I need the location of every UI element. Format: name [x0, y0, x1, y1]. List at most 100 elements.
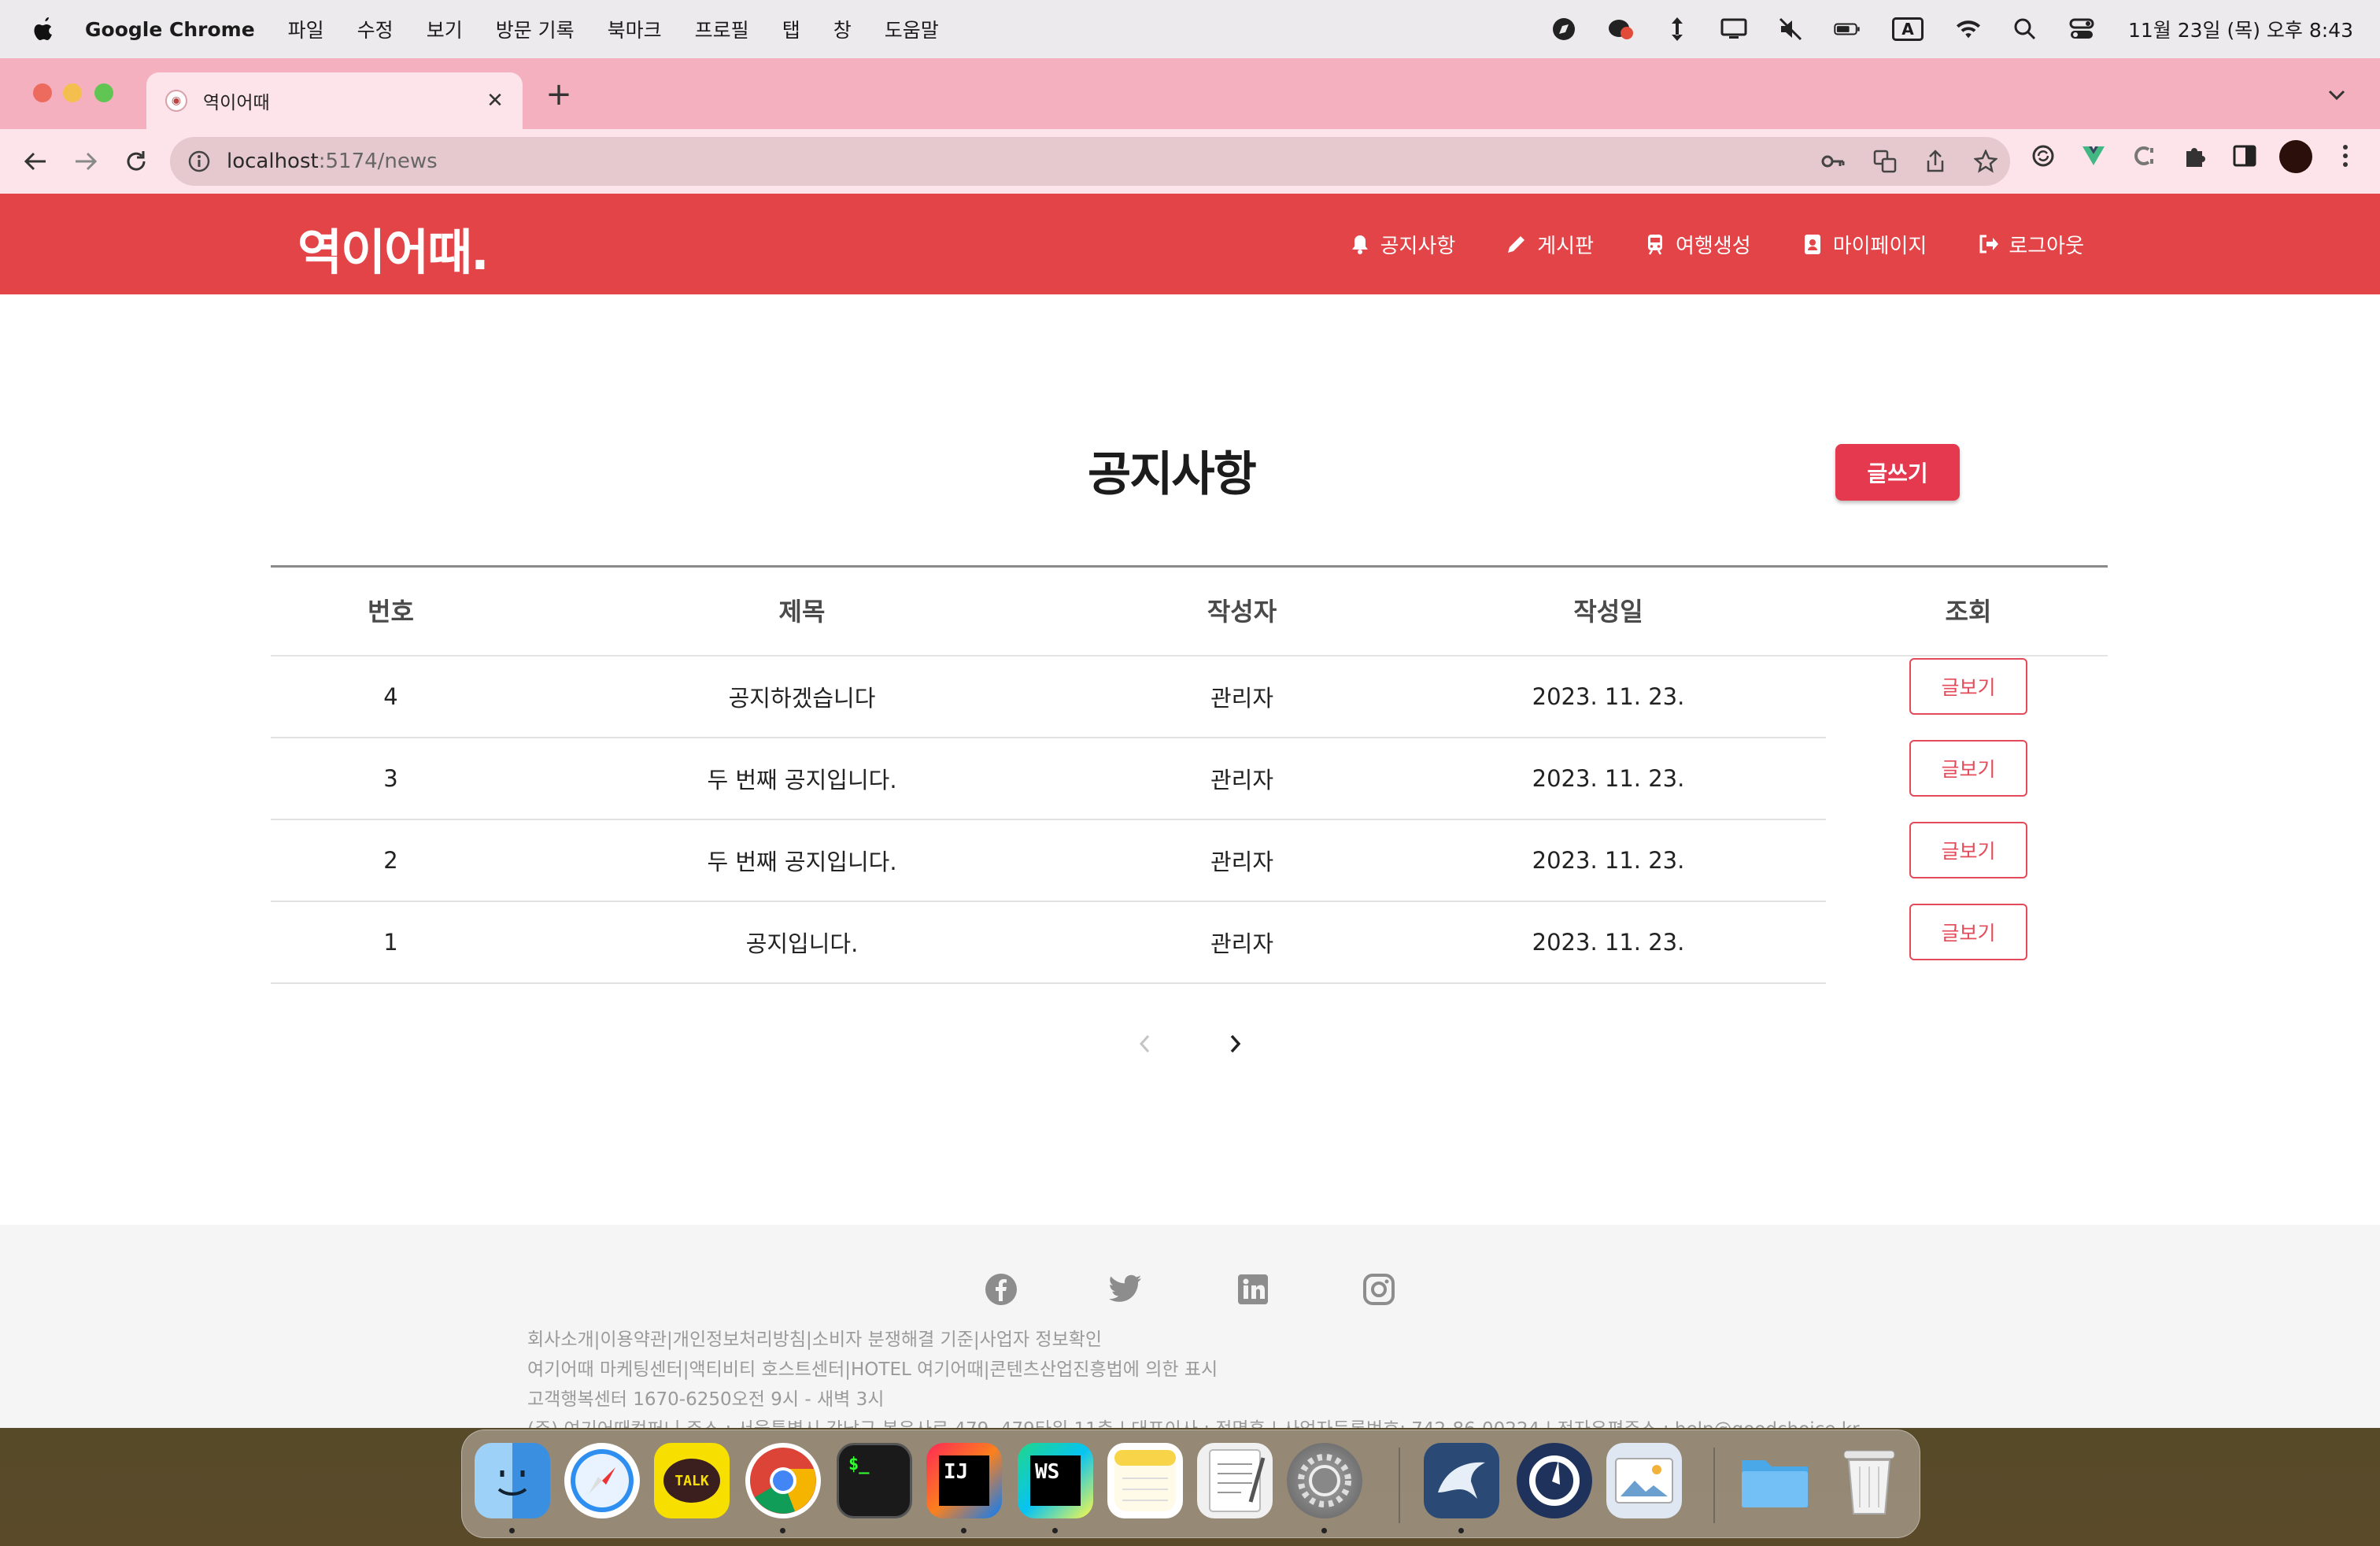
- side-panel-icon[interactable]: [2230, 142, 2259, 170]
- pencil-icon: [1508, 236, 1525, 253]
- cell-title[interactable]: 공지입니다.: [511, 902, 1093, 982]
- profile-avatar[interactable]: [2279, 140, 2312, 173]
- menu-view[interactable]: 보기: [427, 15, 463, 43]
- cell-author: 관리자: [1210, 930, 1274, 957]
- mysql-running-dot: [1458, 1528, 1464, 1533]
- menu-bookmarks[interactable]: 북마크: [608, 15, 662, 43]
- mysql-workbench-icon[interactable]: [1424, 1443, 1499, 1518]
- site-footer: 회사소개|이용약관|개인정보처리방침|소비자 분쟁해결 기준|사업자 정보확인 …: [0, 1225, 2380, 1428]
- linkedin-icon[interactable]: [1236, 1272, 1270, 1307]
- nav-mypage[interactable]: 마이페이지: [1802, 230, 1927, 259]
- view-post-button[interactable]: 글보기: [1909, 658, 2027, 715]
- chrome-icon[interactable]: [745, 1443, 821, 1518]
- menubar-clock[interactable]: 11월 23일 (목) 오후 8:43: [2128, 15, 2353, 43]
- nav-notice[interactable]: 공지사항: [1349, 230, 1455, 259]
- cell-number: 1: [383, 929, 398, 956]
- bookmark-star-icon[interactable]: [1974, 150, 1998, 173]
- write-button[interactable]: 글쓰기: [1835, 444, 1960, 501]
- input-source-icon[interactable]: A: [1890, 16, 1925, 43]
- menu-window[interactable]: 창: [833, 15, 852, 43]
- folder-icon[interactable]: [1737, 1443, 1813, 1518]
- footer-links[interactable]: 회사소개|이용약관|개인정보처리방침|소비자 분쟁해결 기준|사업자 정보확인: [527, 1324, 1102, 1351]
- dock-separator: [1399, 1448, 1400, 1523]
- control-center-icon[interactable]: [2068, 16, 2095, 43]
- close-window-button[interactable]: [33, 83, 52, 102]
- kakaotalk-icon[interactable]: TALK: [654, 1443, 730, 1518]
- nav-board[interactable]: 게시판: [1506, 230, 1594, 259]
- pagination-next-icon[interactable]: [1220, 1028, 1251, 1060]
- menu-file[interactable]: 파일: [288, 15, 324, 43]
- pagination-prev-icon[interactable]: [1129, 1028, 1160, 1060]
- menu-tab[interactable]: 탭: [782, 15, 800, 43]
- vue-devtools-icon[interactable]: [2079, 142, 2108, 170]
- reload-icon[interactable]: [120, 145, 153, 178]
- site-logo[interactable]: 역이어때.: [298, 213, 490, 283]
- instagram-icon[interactable]: [1362, 1272, 1396, 1307]
- tab-search-chevron-icon[interactable]: [2325, 83, 2349, 107]
- view-post-button[interactable]: 글보기: [1909, 822, 2027, 878]
- password-key-icon[interactable]: [1821, 150, 1845, 173]
- translate-icon[interactable]: [1873, 150, 1897, 173]
- compass-icon[interactable]: [1550, 16, 1577, 43]
- extensions-puzzle-icon[interactable]: [2180, 142, 2208, 170]
- page-title: 공지사항: [1088, 447, 1257, 502]
- fullscreen-window-button[interactable]: [94, 83, 113, 102]
- mute-icon[interactable]: [1777, 16, 1804, 43]
- apple-logo-icon[interactable]: [31, 15, 57, 43]
- kakao-notification-icon[interactable]: [1607, 16, 1634, 43]
- new-tab-icon[interactable]: +: [543, 76, 575, 113]
- facebook-icon[interactable]: [984, 1272, 1018, 1307]
- webstorm-running-dot: [1052, 1528, 1058, 1533]
- spotlight-icon[interactable]: [2012, 16, 2038, 43]
- view-post-button[interactable]: 글보기: [1909, 740, 2027, 797]
- browser-toolbar: localhost:5174/news: [0, 129, 2380, 194]
- footer-services[interactable]: 여기어때 마케팅센터|액티비티 호스트센터|HOTEL 여기어때|콘텐츠산업진흥…: [527, 1354, 1218, 1381]
- mattermost-icon[interactable]: [1517, 1443, 1592, 1518]
- wifi-icon[interactable]: [1955, 16, 1982, 43]
- back-arrow-icon[interactable]: [19, 145, 52, 178]
- extension-c-icon[interactable]: [2130, 142, 2158, 170]
- site-header: 역이어때. 공지사항 게시판 여행생성 마이페이지 로그아웃: [0, 194, 2380, 294]
- webstorm-icon[interactable]: WS: [1018, 1443, 1093, 1518]
- column-header-title: 제목: [778, 597, 826, 627]
- intellij-icon[interactable]: IJ: [926, 1443, 1002, 1518]
- display-icon[interactable]: [1720, 16, 1747, 43]
- notes-icon[interactable]: [1107, 1443, 1183, 1518]
- nav-logout[interactable]: 로그아웃: [1977, 230, 2084, 259]
- url-text[interactable]: localhost:5174/news: [227, 150, 438, 173]
- finder-icon[interactable]: [475, 1443, 550, 1518]
- input-source-label: A: [1891, 17, 1924, 41]
- battery-icon[interactable]: [1834, 16, 1861, 43]
- tab-active[interactable]: ◉ 역이어때 ✕: [146, 72, 523, 129]
- share-icon[interactable]: [1924, 150, 1947, 173]
- site-info-icon[interactable]: [187, 150, 211, 173]
- preview-icon[interactable]: [1606, 1443, 1682, 1518]
- forward-arrow-icon[interactable]: [69, 145, 102, 178]
- trash-icon[interactable]: [1831, 1443, 1907, 1518]
- footer-customer-center: 고객행복센터 1670-6250오전 9시 - 새벽 3시: [527, 1389, 885, 1410]
- minimize-window-button[interactable]: [63, 83, 82, 102]
- textedit-icon[interactable]: [1197, 1443, 1273, 1518]
- settings-running-dot: [1321, 1528, 1327, 1533]
- menu-help[interactable]: 도움말: [885, 15, 939, 43]
- view-post-button[interactable]: 글보기: [1909, 904, 2027, 960]
- terminal-icon[interactable]: $_: [837, 1443, 912, 1518]
- cell-number: 4: [383, 683, 398, 710]
- sync-extension-icon[interactable]: [2029, 142, 2057, 170]
- cell-title[interactable]: 두 번째 공지입니다.: [511, 820, 1093, 901]
- column-header-number: 번호: [368, 597, 414, 627]
- nav-create-trip[interactable]: 여행생성: [1644, 230, 1751, 259]
- twitter-icon[interactable]: [1108, 1272, 1143, 1307]
- more-menu-icon[interactable]: [2331, 142, 2360, 170]
- menu-app-name[interactable]: Google Chrome: [85, 18, 255, 41]
- cell-title[interactable]: 공지하겠습니다: [511, 656, 1093, 737]
- arrows-icon[interactable]: [1664, 16, 1691, 43]
- cell-title[interactable]: 두 번째 공지입니다.: [511, 738, 1093, 819]
- menu-history[interactable]: 방문 기록: [496, 15, 575, 43]
- address-bar[interactable]: localhost:5174/news: [170, 137, 2010, 186]
- menu-profiles[interactable]: 프로필: [695, 15, 749, 43]
- safari-icon[interactable]: [564, 1443, 640, 1518]
- menu-edit[interactable]: 수정: [357, 15, 394, 43]
- close-tab-icon[interactable]: ✕: [483, 89, 507, 113]
- settings-icon[interactable]: [1287, 1443, 1362, 1518]
